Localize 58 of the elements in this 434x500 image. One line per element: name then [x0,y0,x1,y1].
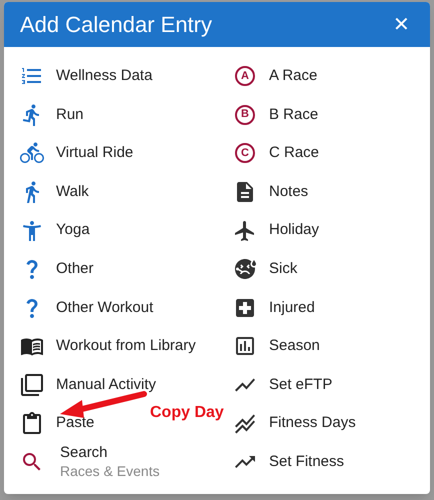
item-label: A Race [269,66,318,86]
menu-item[interactable]: Notes [233,172,308,212]
race-badge-icon: A [235,66,255,86]
menu-item[interactable]: Other Workout [20,288,154,328]
item-label: Manual Activity [56,374,156,395]
menu-item[interactable]: B B Race [233,96,318,134]
item-label: Sick [269,259,298,280]
item-label: Virtual Ride [56,143,134,164]
item-label: Other Workout [56,298,154,318]
item-label: C Race [269,143,320,164]
item-label: Other [56,259,94,280]
dialog-title: Add Calendar Entry [20,11,212,39]
menu-item[interactable]: Other [20,250,94,289]
menu-item[interactable]: Fitness Days [233,404,356,443]
item-label: Paste [56,413,94,434]
menu-item[interactable]: Workout from Library [20,327,196,366]
menu-item[interactable]: C C Race [233,134,320,173]
item-label: B Race [269,104,318,125]
item-label: Notes [269,182,308,202]
item-label: Set eFTP [269,374,332,395]
person-stretch-icon [20,218,44,243]
item-label: Set Fitness [269,452,344,472]
menu-item[interactable]: Paste [20,404,94,443]
race-badge-icon: C [235,143,255,164]
item-label: Holiday [269,220,320,240]
item-label: Fitness Days [269,413,356,434]
item-subtitle: Races & Events [60,462,160,480]
menu-item[interactable]: Virtual Ride [20,134,134,173]
item-label: Yoga [56,220,90,240]
item-label: Search [60,444,109,463]
menu-item[interactable]: Sick [233,250,298,289]
stacked-squares-icon [20,373,44,398]
item-label: Run [56,104,84,125]
item-label: Wellness Data [56,66,152,86]
annotation-text: Copy Day [150,405,224,421]
menu-item[interactable]: Yoga [20,211,90,250]
menu-item[interactable]: Set Fitness [233,442,344,482]
menu-item[interactable]: Walk [20,172,89,212]
item-label: Season [269,336,320,356]
stacked-line-chart-icon [233,412,257,436]
menu-item[interactable]: Run [20,96,84,134]
item-label: Injured [269,298,315,318]
cyclist-icon [20,141,44,166]
menu-item[interactable]: A A Race [233,57,318,96]
close-button[interactable]: ✕ [389,14,414,34]
airplane-icon [233,218,257,243]
item-label: Workout from Library [56,336,196,356]
menu-item[interactable]: Wellness Data [20,57,152,96]
menu-item[interactable]: Search Races & Events [20,442,160,482]
menu-item[interactable]: Set eFTP [233,366,332,404]
clipboard-icon [20,412,44,436]
menu-item[interactable]: Holiday [233,211,320,250]
menu-item[interactable]: Injured [233,288,315,328]
menu-item[interactable]: Manual Activity [20,366,156,404]
race-badge-icon: B [235,104,255,125]
item-label: Walk [56,182,89,202]
menu-item[interactable]: Season [233,327,320,366]
sick-face-icon [233,257,257,282]
